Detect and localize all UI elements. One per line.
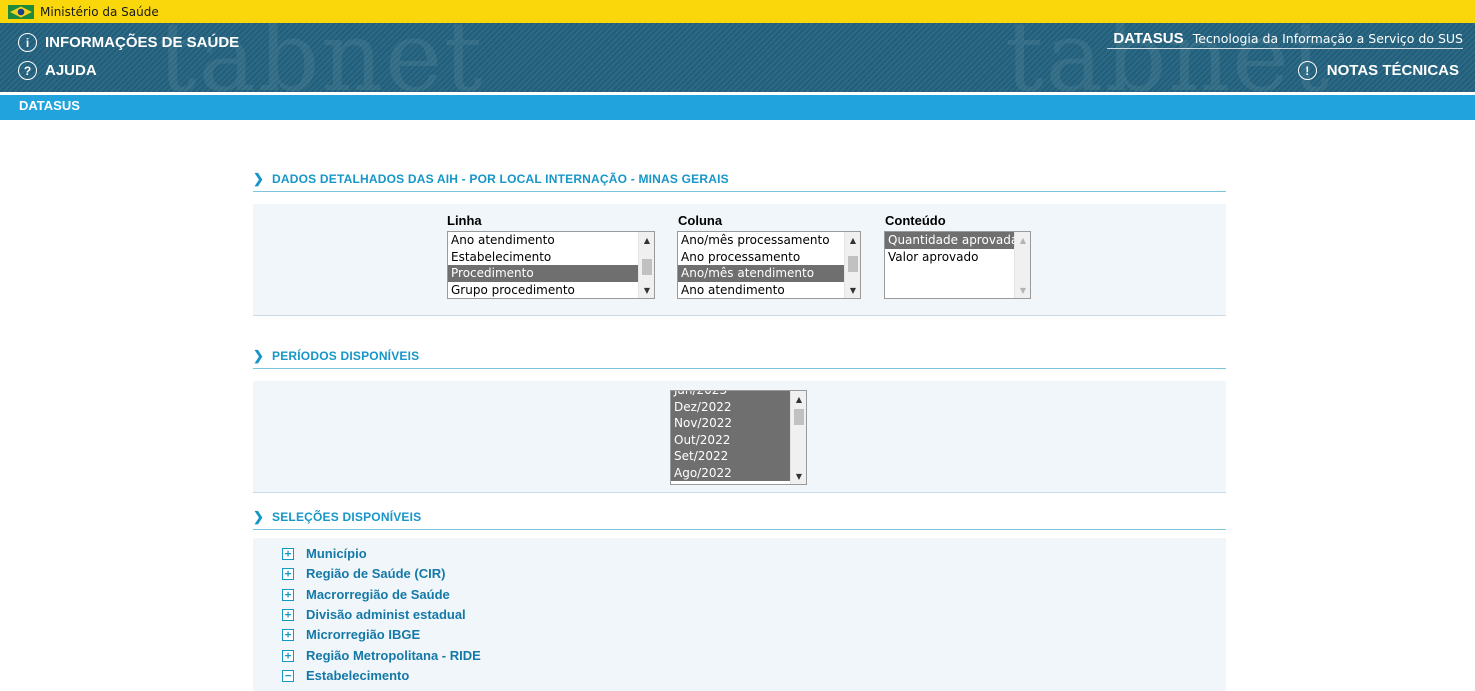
coluna-option[interactable]: Ano/mês processamento <box>678 232 860 249</box>
selection-divisao-administ[interactable]: + Divisão administ estadual <box>282 607 466 622</box>
coluna-option-selected[interactable]: Ano/mês atendimento <box>678 265 860 282</box>
exclamation-icon: ! <box>1297 61 1317 80</box>
linha-option[interactable]: Estabelecimento <box>448 249 654 266</box>
selection-label[interactable]: Estabelecimento <box>306 668 409 683</box>
period-option-selected[interactable]: Nov/2022 <box>671 415 806 432</box>
section-title-selections: ❯ SELEÇÕES DISPONÍVEIS <box>253 508 1226 530</box>
selection-label[interactable]: Macrorregião de Saúde <box>306 587 450 602</box>
scroll-thumb[interactable] <box>848 256 858 272</box>
conteudo-label: Conteúdo <box>885 213 946 228</box>
section-divider <box>253 492 1226 493</box>
period-option-selected[interactable]: Dez/2022 <box>671 398 806 415</box>
selection-label[interactable]: Região de Saúde (CIR) <box>306 566 445 581</box>
chevron-right-icon: ❯ <box>253 171 265 186</box>
technical-notes-link[interactable]: ! NOTAS TÉCNICAS <box>1297 61 1459 80</box>
chevron-right-icon: ❯ <box>253 348 265 363</box>
scroll-down-icon[interactable]: ▼ <box>845 283 860 297</box>
linha-select[interactable]: Ano atendimento Estabelecimento Procedim… <box>447 231 655 299</box>
periods-scrollbar[interactable]: ▲ ▼ <box>790 391 806 484</box>
breadcrumb-bar: DATASUS <box>0 92 1475 120</box>
brand-underline <box>1107 48 1463 49</box>
expand-plus-icon[interactable]: + <box>282 547 294 560</box>
conteudo-option-selected[interactable]: Quantidade aprovada <box>885 232 1030 249</box>
scroll-down-icon[interactable]: ▼ <box>791 469 806 483</box>
selection-regiao-saude[interactable]: + Região de Saúde (CIR) <box>282 566 445 581</box>
linha-scrollbar[interactable]: ▲ ▼ <box>638 232 654 298</box>
scroll-down-icon[interactable]: ▼ <box>1015 283 1030 297</box>
site-header: tabnet tabnet i INFORMAÇÕES DE SAÚDE ? A… <box>0 23 1475 92</box>
expand-plus-icon[interactable]: + <box>282 608 294 621</box>
section-title-periods: ❯ PERÍODOS DISPONÍVEIS <box>253 347 1226 369</box>
nav-info-label: INFORMAÇÕES DE SAÚDE <box>45 34 240 51</box>
expand-plus-icon[interactable]: + <box>282 628 294 641</box>
nav-help-label: AJUDA <box>45 62 97 79</box>
selection-regiao-metropolitana[interactable]: + Região Metropolitana - RIDE <box>282 648 481 663</box>
brazil-flag-icon <box>8 5 34 19</box>
gov-bar: Ministério da Saúde <box>0 0 1475 23</box>
conteudo-scrollbar[interactable]: ▲ ▼ <box>1014 232 1030 298</box>
chevron-right-icon: ❯ <box>253 509 265 524</box>
period-option-selected[interactable]: Ago/2022 <box>671 464 806 481</box>
ministry-label[interactable]: Ministério da Saúde <box>40 5 159 19</box>
collapse-minus-icon[interactable]: − <box>282 669 294 682</box>
coluna-scrollbar[interactable]: ▲ ▼ <box>844 232 860 298</box>
info-icon: i <box>18 33 37 52</box>
linha-option-selected[interactable]: Procedimento <box>448 265 654 282</box>
period-option-selected[interactable]: Set/2022 <box>671 448 806 465</box>
scroll-up-icon[interactable]: ▲ <box>791 392 806 406</box>
technical-notes-label: NOTAS TÉCNICAS <box>1326 62 1459 79</box>
linha-option[interactable]: Ano atendimento <box>448 232 654 249</box>
scroll-thumb[interactable] <box>794 409 804 425</box>
selection-label[interactable]: Região Metropolitana - RIDE <box>306 648 481 663</box>
period-option-selected[interactable]: Out/2022 <box>671 431 806 448</box>
brand-tagline: Tecnologia da Informação a Serviço do SU… <box>1192 31 1463 46</box>
scroll-up-icon[interactable]: ▲ <box>639 233 654 247</box>
coluna-label: Coluna <box>678 213 723 228</box>
selection-microrregiao-ibge[interactable]: + Microrregião IBGE <box>282 627 420 642</box>
selection-municipio[interactable]: + Município <box>282 546 367 561</box>
expand-plus-icon[interactable]: + <box>282 649 294 662</box>
scroll-down-icon[interactable]: ▼ <box>639 283 654 297</box>
periods-select[interactable]: Jan/2023 Dez/2022 Nov/2022 Out/2022 Set/… <box>670 390 807 485</box>
period-option-selected[interactable]: Jan/2023 <box>671 391 806 399</box>
brand-name: DATASUS <box>1113 30 1184 47</box>
selection-label[interactable]: Divisão administ estadual <box>306 607 466 622</box>
coluna-option[interactable]: Ano processamento <box>678 249 860 266</box>
conteudo-select[interactable]: Quantidade aprovada Valor aprovado ▲ ▼ <box>884 231 1031 299</box>
scroll-up-icon[interactable]: ▲ <box>1015 233 1030 247</box>
nav-info-link[interactable]: i INFORMAÇÕES DE SAÚDE <box>18 33 239 52</box>
help-icon: ? <box>18 61 37 80</box>
scroll-up-icon[interactable]: ▲ <box>845 233 860 247</box>
expand-plus-icon[interactable]: + <box>282 588 294 601</box>
section-title-main: ❯ DADOS DETALHADOS DAS AIH - POR LOCAL I… <box>253 170 1226 192</box>
linha-option[interactable]: Grupo procedimento <box>448 282 654 299</box>
linha-label: Linha <box>447 213 482 228</box>
selection-estabelecimento[interactable]: − Estabelecimento <box>282 668 409 683</box>
coluna-option[interactable]: Ano atendimento <box>678 282 860 299</box>
datasus-brand[interactable]: DATASUS Tecnologia da Informação a Servi… <box>1113 28 1463 47</box>
section-divider <box>253 315 1226 316</box>
nav-help-link[interactable]: ? AJUDA <box>18 61 97 80</box>
breadcrumb-datasus[interactable]: DATASUS <box>19 98 80 113</box>
selection-label[interactable]: Município <box>306 546 367 561</box>
coluna-select[interactable]: Ano/mês processamento Ano processamento … <box>677 231 861 299</box>
conteudo-option[interactable]: Valor aprovado <box>885 249 1030 266</box>
expand-plus-icon[interactable]: + <box>282 567 294 580</box>
scroll-thumb[interactable] <box>642 259 652 275</box>
selection-label[interactable]: Microrregião IBGE <box>306 627 420 642</box>
selection-macrorregiao[interactable]: + Macrorregião de Saúde <box>282 587 450 602</box>
